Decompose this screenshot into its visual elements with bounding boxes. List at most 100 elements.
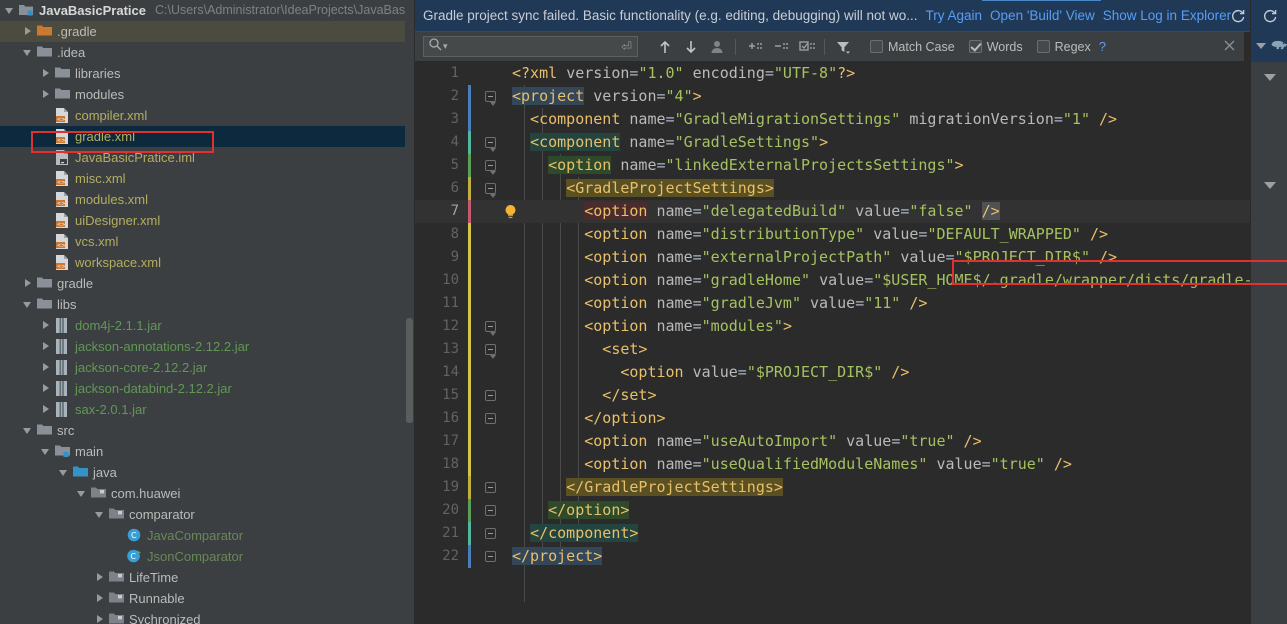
expand-arrow-icon[interactable] <box>76 483 90 504</box>
code-fold-start-icon[interactable] <box>485 183 496 198</box>
editor-line[interactable]: 10 <option name="gradleHome" value="$USE… <box>415 269 1287 292</box>
chevron-down-icon[interactable] <box>1255 38 1267 56</box>
tree-row-lifetime[interactable]: LifeTime <box>0 567 414 588</box>
tree-row-misc-xml[interactable]: <> misc.xml <box>0 168 414 189</box>
code-fold-end-icon[interactable] <box>485 528 496 539</box>
line-code[interactable]: <set> <box>512 338 647 361</box>
line-code[interactable]: </GradleProjectSettings> <box>512 476 783 499</box>
gradle-elephant-icon[interactable] <box>1270 38 1287 57</box>
editor-line[interactable]: 9 <option name="externalProjectPath" val… <box>415 246 1287 269</box>
vcs-change-marker[interactable] <box>468 384 471 407</box>
code-fold-end-icon[interactable] <box>485 482 496 493</box>
expand-arrow-icon[interactable] <box>94 567 108 588</box>
tree-row-libraries[interactable]: libraries <box>0 63 414 84</box>
tree-row-dom4j-2-1-1-jar[interactable]: dom4j-2.1.1.jar <box>0 315 414 336</box>
search-history-icon[interactable]: ⏎ <box>621 39 632 55</box>
vcs-change-marker[interactable] <box>468 338 471 361</box>
line-code[interactable]: <option name="modules"> <box>512 315 792 338</box>
editor-line[interactable]: 3 <component name="GradleMigrationSettin… <box>415 108 1287 131</box>
expand-arrow-icon[interactable] <box>22 42 36 63</box>
vcs-change-marker[interactable] <box>468 108 471 131</box>
line-code[interactable]: <option name="useQualifiedModuleNames" v… <box>512 453 1072 476</box>
expand-arrow-icon[interactable] <box>22 420 36 441</box>
line-code[interactable]: <component name="GradleMigrationSettings… <box>512 108 1117 131</box>
vcs-change-marker[interactable] <box>468 269 471 292</box>
find-previous-button[interactable] <box>652 35 678 59</box>
line-code[interactable]: </set> <box>512 384 656 407</box>
remove-selection-icon[interactable] <box>767 35 793 59</box>
vcs-change-marker[interactable] <box>468 361 471 384</box>
project-tree[interactable]: JavaBasicPratice C:\Users\Administrator\… <box>0 0 414 624</box>
editor-line[interactable]: 5 <option name="linkedExternalProjectsSe… <box>415 154 1287 177</box>
tree-row-gradle[interactable]: gradle <box>0 273 414 294</box>
expand-arrow-icon[interactable] <box>4 0 18 21</box>
expand-arrow-icon[interactable] <box>40 399 54 420</box>
line-code[interactable]: <option name="gradleJvm" value="11" /> <box>512 292 927 315</box>
editor-line[interactable]: 19 </GradleProjectSettings> <box>415 476 1287 499</box>
tree-row-runnable[interactable]: Runnable <box>0 588 414 609</box>
code-fold-end-icon[interactable] <box>485 390 496 401</box>
toolstrip-chevron-1[interactable] <box>1251 62 1287 92</box>
vcs-change-marker[interactable] <box>468 200 471 223</box>
editor-line[interactable]: 11 <option name="gradleJvm" value="11" /… <box>415 292 1287 315</box>
editor-line[interactable]: 6 <GradleProjectSettings> <box>415 177 1287 200</box>
editor-line[interactable]: 21 </component> <box>415 522 1287 545</box>
tree-row-jackson-core-2-12-2-jar[interactable]: jackson-core-2.12.2.jar <box>0 357 414 378</box>
try-again-link[interactable]: Try Again <box>918 8 983 23</box>
vcs-change-marker[interactable] <box>468 522 471 545</box>
line-code[interactable]: <project version="4"> <box>512 85 702 108</box>
line-code[interactable]: </component> <box>512 522 639 545</box>
vcs-change-marker[interactable] <box>468 223 471 246</box>
expand-arrow-icon[interactable] <box>22 294 36 315</box>
vcs-change-marker[interactable] <box>468 85 471 108</box>
open-build-view-link[interactable]: Open 'Build' View <box>982 0 1101 23</box>
sidebar-scrollbar-thumb[interactable] <box>406 318 413 423</box>
editor-line[interactable]: 2 <project version="4"> <box>415 85 1287 108</box>
gradle-tool-button[interactable] <box>1251 32 1287 62</box>
line-code[interactable]: </option> <box>512 499 630 522</box>
tree-row-vcs-xml[interactable]: <> vcs.xml <box>0 231 414 252</box>
code-editor[interactable]: 1 <?xml version="1.0" encoding="UTF-8"?> 2… <box>415 62 1287 624</box>
line-code[interactable]: <option name="linkedExternalProjectsSett… <box>512 154 964 177</box>
expand-arrow-icon[interactable] <box>40 315 54 336</box>
tree-row-com-huawei[interactable]: com.huawei <box>0 483 414 504</box>
tree-row-jackson-annotations-2-12-2-jar[interactable]: jackson-annotations-2.12.2.jar <box>0 336 414 357</box>
tree-row-compiler-xml[interactable]: <> compiler.xml <box>0 105 414 126</box>
line-code[interactable]: <component name="GradleSettings"> <box>512 131 828 154</box>
sidebar-scrollbar[interactable] <box>405 0 414 624</box>
vcs-change-marker[interactable] <box>468 246 471 269</box>
code-fold-start-icon[interactable] <box>485 344 496 359</box>
tree-row-jackson-databind-2-12-2-jar[interactable]: jackson-databind-2.12.2.jar <box>0 378 414 399</box>
tree-row-sychronized[interactable]: Sychronized <box>0 609 414 624</box>
editor-line[interactable]: 20 </option> <box>415 499 1287 522</box>
project-tool-window[interactable]: JavaBasicPratice C:\Users\Administrator\… <box>0 0 415 624</box>
toolstrip-refresh-icon[interactable] <box>1251 0 1287 32</box>
tree-row-jsoncomparator[interactable]: C JsonComparator <box>0 546 414 567</box>
editor-line[interactable]: 8 <option name="distributionType" value=… <box>415 223 1287 246</box>
expand-arrow-icon[interactable] <box>40 63 54 84</box>
find-next-button[interactable] <box>678 35 704 59</box>
tree-row-src[interactable]: src <box>0 420 414 441</box>
code-fold-start-icon[interactable] <box>485 321 496 336</box>
vcs-change-marker[interactable] <box>468 292 471 315</box>
line-code[interactable]: <GradleProjectSettings> <box>512 177 774 200</box>
editor-line[interactable]: 14 <option value="$PROJECT_DIR$" /> <box>415 361 1287 384</box>
find-input-wrapper[interactable]: ▾ ⏎ <box>423 36 638 57</box>
expand-arrow-icon[interactable] <box>22 21 36 42</box>
words-checkbox[interactable]: Words <box>968 40 1023 54</box>
expand-arrow-icon[interactable] <box>40 84 54 105</box>
tree-row-modules[interactable]: modules <box>0 84 414 105</box>
line-code[interactable]: <?xml version="1.0" encoding="UTF-8"?> <box>512 62 855 85</box>
expand-arrow-icon[interactable] <box>22 273 36 294</box>
expand-arrow-icon[interactable] <box>40 357 54 378</box>
editor-line[interactable]: 22 </project> <box>415 545 1287 568</box>
expand-arrow-icon[interactable] <box>40 378 54 399</box>
regex-checkbox[interactable]: Regex <box>1036 40 1091 54</box>
tree-row-java[interactable]: java <box>0 462 414 483</box>
code-fold-start-icon[interactable] <box>485 160 496 175</box>
line-code[interactable]: <option name="delegatedBuild" value="fal… <box>512 200 1000 223</box>
match-case-checkbox[interactable]: Match Case <box>870 40 955 54</box>
right-tool-strip[interactable] <box>1250 0 1287 624</box>
match-case-box[interactable] <box>870 40 883 53</box>
line-code[interactable]: </project> <box>512 545 603 568</box>
